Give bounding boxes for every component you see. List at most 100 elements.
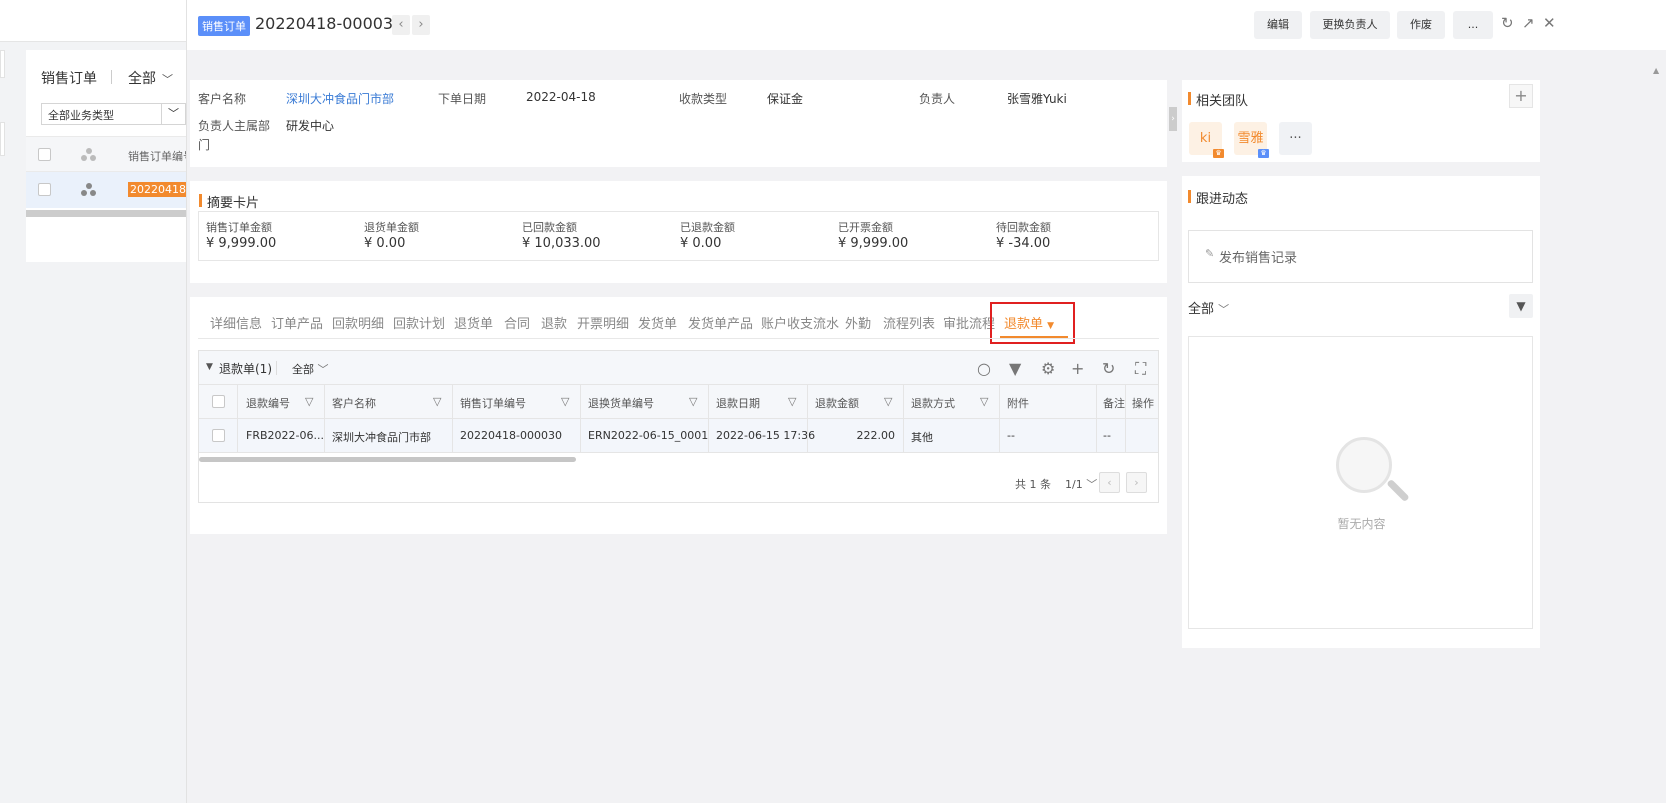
order-date-label: 下单日期 (438, 92, 487, 106)
edit-button[interactable]: 编辑 (1254, 11, 1302, 39)
sidebar-edge-tab[interactable] (0, 50, 5, 78)
table-filter-dropdown[interactable]: 全部 ﹀ (292, 361, 329, 377)
next-page-button[interactable]: › (1126, 472, 1147, 493)
list-filter-dropdown[interactable]: 全部 ﹀ (128, 68, 173, 88)
refresh-icon[interactable]: ↻ (1102, 359, 1115, 378)
member-name: ki (1199, 131, 1212, 146)
tab-process-list[interactable]: 流程列表 (883, 313, 935, 332)
row-checkbox[interactable] (38, 183, 51, 196)
column-header: 附件 (1007, 397, 1029, 410)
order-date-value: 2022-04-18 (526, 90, 596, 104)
previous-icon[interactable]: ‹ (392, 15, 410, 35)
page-select[interactable]: 1/1 ﹀ (1065, 476, 1097, 492)
related-lists-card: 详细信息 订单产品 回款明细 回款计划 退货单 合同 退款 开票明细 发货单 发… (190, 297, 1167, 534)
refund-no-link[interactable]: FRB2022-06... (246, 429, 324, 442)
tab-delivery-products[interactable]: 发货单产品 (688, 313, 753, 332)
summary-title: 摘要卡片 (199, 192, 259, 211)
sidebar-edge-tab[interactable] (0, 122, 5, 156)
column-filter-icon[interactable]: ▽ (980, 395, 990, 408)
tab-return-order[interactable]: 退货单 (454, 313, 493, 332)
tab-order-products[interactable]: 订单产品 (271, 313, 323, 332)
open-new-window-icon[interactable]: ↗ (1522, 14, 1535, 32)
column-header: 备注 (1103, 397, 1125, 410)
avatar[interactable]: 雪雅 ♛ (1234, 122, 1269, 158)
filter-icon[interactable]: ▼ (1009, 359, 1021, 378)
chevron-down-icon: ﹀ (317, 363, 329, 376)
change-owner-button[interactable]: 更换负责人 (1310, 11, 1390, 39)
close-icon[interactable]: ✕ (1543, 14, 1556, 32)
more-button[interactable]: ... (1453, 11, 1493, 39)
column-filter-icon[interactable]: ▽ (689, 395, 699, 408)
order-no-link[interactable]: 20220418-000030 (460, 429, 562, 442)
owner-label: 负责人 (919, 92, 956, 106)
related-team-card: 相关团队 + ki ♛ 雪雅 ♛ ··· (1182, 80, 1540, 162)
collapse-caret-icon[interactable]: ▼ (206, 362, 213, 372)
column-divider (324, 419, 325, 453)
business-type-value: 全部业务类型 (48, 109, 114, 122)
prev-page-button[interactable]: ‹ (1099, 472, 1120, 493)
tab-invoice-details[interactable]: 开票明细 (577, 313, 629, 332)
search-icon[interactable]: ○ (977, 359, 991, 378)
table-row[interactable]: FRB2022-06... 深圳大冲食品门市部 20220418-000030 … (199, 419, 1158, 453)
empty-search-icon-handle (1386, 478, 1410, 503)
column-divider (452, 385, 453, 419)
add-member-button[interactable]: + (1509, 84, 1533, 108)
filter-icon[interactable]: ▼ (1509, 294, 1533, 318)
horizontal-scrollbar[interactable] (26, 210, 186, 217)
select-all-checkbox[interactable] (38, 148, 51, 161)
tab-detail-info[interactable]: 详细信息 (210, 313, 262, 332)
refund-table: ▼ 退款单(1) 全部 ﹀ ○ ▼ ⚙ + ↻ ⛶ 退款编号 ▽ 客户名称 ▽ (198, 350, 1159, 503)
summary-value: ¥ 9,999.00 (206, 236, 277, 251)
customer-link[interactable]: 深圳大冲食品门市部 (332, 429, 431, 445)
void-button[interactable]: 作废 (1397, 11, 1445, 39)
horizontal-scrollbar[interactable] (199, 457, 576, 462)
fullscreen-icon[interactable]: ⛶ (1135, 359, 1146, 379)
tab-field-work[interactable]: 外勤 (845, 313, 871, 332)
select-all-checkbox[interactable] (212, 395, 225, 408)
cluster-icon (81, 183, 97, 197)
follow-filter-dropdown[interactable]: 全部 ﹀ (1188, 298, 1229, 317)
tab-payment-details[interactable]: 回款明细 (332, 313, 384, 332)
scroll-up-icon[interactable]: ▲ (1653, 66, 1659, 75)
row-checkbox[interactable] (212, 429, 225, 442)
follow-filter-label: 全部 (1188, 302, 1215, 317)
collapse-right-panel-handle[interactable]: › (1169, 107, 1177, 131)
column-divider (807, 385, 808, 419)
column-divider (1096, 385, 1097, 419)
chevron-down-icon: ﹀ (1218, 303, 1230, 316)
chevron-down-icon: ﹀ (161, 104, 185, 124)
tab-contract[interactable]: 合同 (504, 313, 530, 332)
add-icon[interactable]: + (1071, 359, 1084, 378)
tab-account-flow[interactable]: 账户收支流水 (761, 313, 839, 332)
summary-value: ¥ -34.00 (996, 236, 1051, 251)
row-order-no[interactable]: 20220418-0 (128, 182, 186, 197)
column-divider (1125, 419, 1126, 453)
owner-value: 张雪雅Yuki (1007, 92, 1067, 106)
empty-state-panel: 暂无内容 (1188, 336, 1533, 629)
customer-link[interactable]: 深圳大冲食品门市部 (286, 90, 394, 107)
avatar[interactable]: ki ♛ (1189, 122, 1224, 158)
more-members-button[interactable]: ··· (1279, 122, 1312, 155)
column-filter-icon[interactable]: ▽ (788, 395, 798, 408)
payment-type-value: 保证金 (767, 92, 804, 106)
page-indicator: 1/1 (1065, 478, 1083, 491)
column-filter-icon[interactable]: ▽ (305, 395, 315, 408)
tab-delivery-order[interactable]: 发货单 (638, 313, 677, 332)
return-no-link[interactable]: ERN2022-06-15_0001 (588, 429, 708, 442)
column-filter-icon[interactable]: ▽ (433, 395, 443, 408)
business-type-select[interactable]: 全部业务类型 ﹀ (41, 103, 186, 125)
refresh-icon[interactable]: ↻ (1501, 14, 1514, 32)
summary-value: ¥ 0.00 (680, 236, 722, 251)
column-filter-icon[interactable]: ▽ (884, 395, 894, 408)
gear-icon[interactable]: ⚙ (1041, 359, 1055, 378)
tab-refund[interactable]: 退款 (541, 313, 567, 332)
list-row[interactable]: 20220418-0 (26, 172, 186, 208)
tab-approval-flow[interactable]: 审批流程 (943, 313, 995, 332)
tab-payment-plan[interactable]: 回款计划 (393, 313, 445, 332)
column-divider (903, 385, 904, 419)
column-filter-icon[interactable]: ▽ (561, 395, 571, 408)
next-icon[interactable]: › (412, 15, 430, 35)
column-header: 退款编号 (246, 397, 290, 410)
post-record-box[interactable]: ✎ 发布销售记录 (1188, 230, 1533, 283)
refund-method: 其他 (911, 431, 933, 444)
